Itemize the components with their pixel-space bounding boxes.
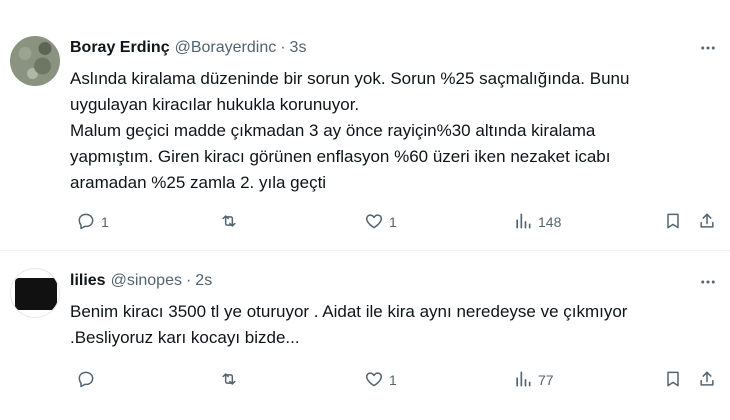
tweet-actions: 1 1 148: [70, 210, 720, 234]
reply-count: 1: [101, 214, 109, 230]
tweet-text-line: .Besliyoruz karı kocayı bizde...: [70, 328, 300, 347]
reply-icon: [76, 211, 96, 234]
views-button[interactable]: 77: [513, 368, 554, 392]
tweet-text: Aslında kiralama düzeninde bir sorun yok…: [70, 66, 720, 196]
user-handle[interactable]: @sinopes: [111, 272, 182, 290]
tweet-text-line: Malum geçici madde çıkmadan 3 ay önce ra…: [70, 121, 596, 140]
separator: ·: [280, 39, 286, 56]
tweet-header: lilies @sinopes · 2s: [70, 270, 212, 292]
reply-icon: [76, 369, 96, 392]
like-count: 1: [389, 214, 397, 230]
timestamp[interactable]: 2s: [195, 272, 212, 290]
bookmark-icon: [663, 211, 683, 234]
tweet-divider: [0, 250, 730, 251]
separator: ·: [185, 272, 192, 289]
user-handle[interactable]: @Borayerdinc: [175, 39, 277, 57]
like-button[interactable]: 1: [364, 368, 397, 392]
tweet[interactable]: Boray Erdinç @Borayerdinc · 3s Aslında k…: [0, 0, 730, 250]
tweet[interactable]: lilies @sinopes · 2s Benim kiracı 3500 t…: [0, 252, 730, 420]
share-button[interactable]: [697, 368, 717, 392]
more-icon[interactable]: [698, 272, 718, 292]
retweet-button[interactable]: [219, 210, 244, 234]
views-count: 148: [538, 214, 562, 230]
like-button[interactable]: 1: [364, 210, 397, 234]
like-icon: [364, 211, 384, 234]
retweet-icon: [219, 211, 239, 234]
views-count: 77: [538, 372, 554, 388]
bookmark-icon: [663, 369, 683, 392]
tweet-text-line: yapmıştım. Giren kiracı görünen enflasyo…: [70, 147, 611, 166]
share-icon: [697, 369, 717, 392]
share-button[interactable]: [697, 210, 717, 234]
tweet-header: Boray Erdinç @Borayerdinc · 3s: [70, 37, 306, 59]
display-name[interactable]: lilies: [70, 272, 106, 290]
timestamp[interactable]: 3s: [290, 39, 307, 57]
tweet-text-line: uygulayan kiracılar hukukla korunuyor.: [70, 95, 360, 114]
more-icon[interactable]: [698, 38, 718, 58]
views-icon: [513, 369, 533, 392]
tweet-text-line: Aslında kiralama düzeninde bir sorun yok…: [70, 69, 630, 88]
tweet-text-line: Benim kiracı 3500 tl ye oturuyor . Aidat…: [70, 302, 628, 321]
display-name[interactable]: Boray Erdinç: [70, 39, 170, 57]
views-button[interactable]: 148: [513, 210, 561, 234]
reply-button[interactable]: 1: [76, 210, 109, 234]
retweet-button[interactable]: [219, 368, 244, 392]
share-icon: [697, 211, 717, 234]
retweet-icon: [219, 369, 239, 392]
avatar-image: [15, 278, 57, 310]
tweet-text: Benim kiracı 3500 tl ye oturuyor . Aidat…: [70, 299, 720, 351]
tweet-text-line: aramadan %25 zamla 2. yıla geçti: [70, 173, 327, 192]
like-count: 1: [389, 372, 397, 388]
views-icon: [513, 211, 533, 234]
reply-button[interactable]: [76, 368, 101, 392]
bookmark-button[interactable]: [663, 368, 683, 392]
like-icon: [364, 369, 384, 392]
avatar[interactable]: [10, 268, 60, 318]
bookmark-button[interactable]: [663, 210, 683, 234]
avatar[interactable]: [10, 36, 60, 86]
tweet-actions: 1 77: [70, 368, 720, 392]
